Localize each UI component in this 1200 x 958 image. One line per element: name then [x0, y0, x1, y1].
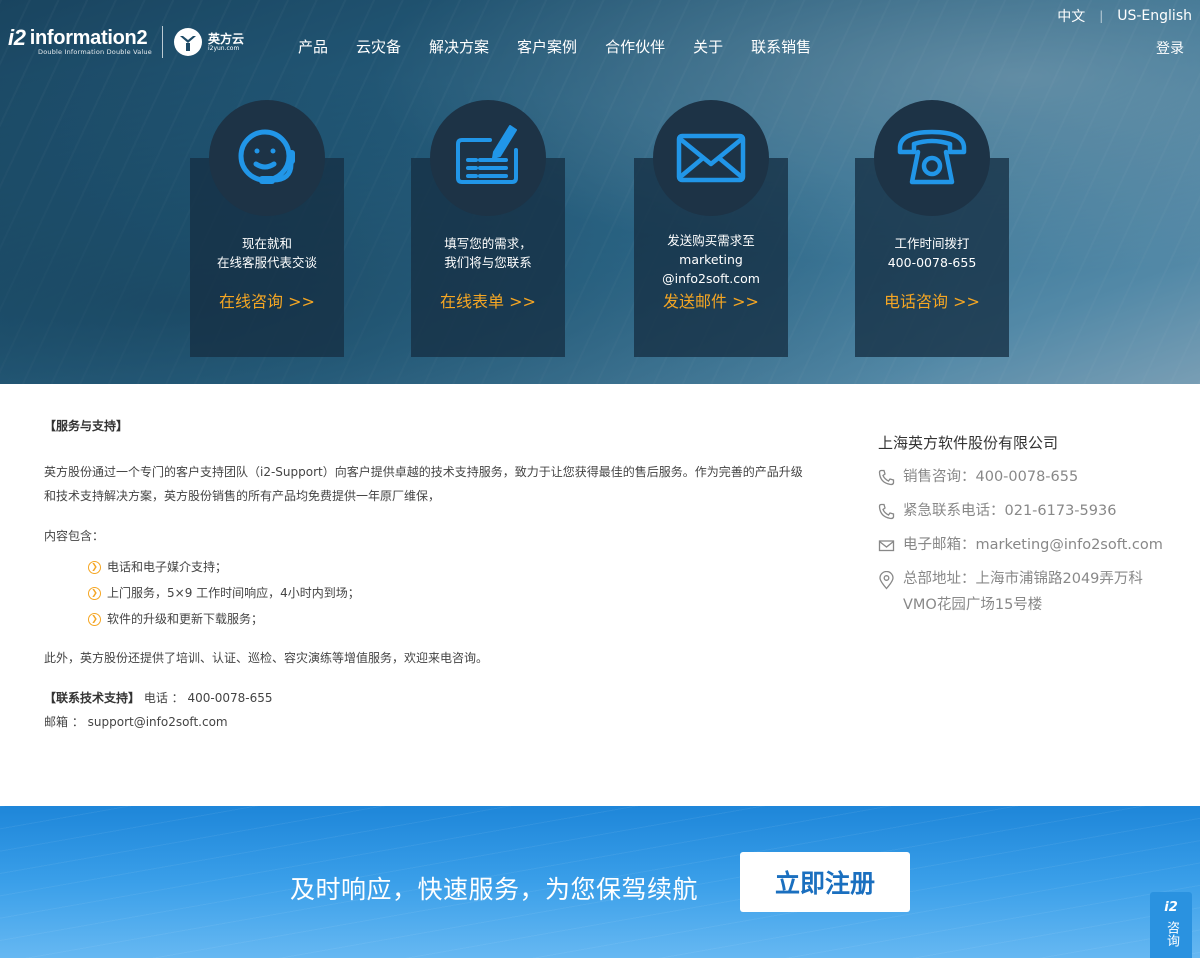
chevron-right-icon: ❯ — [88, 612, 101, 626]
email-row: 电子邮箱：marketing@info2soft.com — [878, 535, 1178, 555]
card-icon-circle — [209, 100, 325, 216]
phone-consult-link[interactable]: 电话咨询 >> — [855, 288, 1009, 312]
extra-services-paragraph: 此外，英方股份还提供了培训、认证、巡检、容灾演练等增值服务，欢迎来电咨询。 — [44, 651, 489, 665]
list-item: ❯ 电话和电子媒介支持； — [88, 554, 804, 580]
nav-item-solutions[interactable]: 解决方案 — [429, 36, 489, 57]
card-online-form[interactable]: 填写您的需求， 我们将与您联系 在线表单 >> — [411, 100, 565, 357]
mail-icon — [878, 540, 895, 552]
i2yun-domain: i2yun.com — [207, 44, 240, 52]
i2yun-logo: 英方云 i2yun.com — [173, 27, 244, 57]
phone-icon — [878, 503, 895, 520]
nav-item-partners[interactable]: 合作伙伴 — [605, 36, 665, 57]
card-description: 填写您的需求， 我们将与您联系 — [444, 236, 532, 270]
list-item: ❯ 上门服务，5×9 工作时间响应，4小时内到场； — [88, 580, 804, 606]
card-icon-circle — [430, 100, 546, 216]
telephone-icon — [897, 129, 967, 185]
logo-divider — [161, 26, 163, 58]
information2-logo: i2 information2 Double Information Doubl… — [8, 25, 152, 57]
main-nav: 产品 云灾备 解决方案 客户案例 合作伙伴 关于 联系销售 — [298, 36, 839, 57]
float-consult-label: 咨询 — [1164, 921, 1179, 947]
logo-tagline: Double Information Double Value — [38, 48, 152, 56]
card-description: 工作时间拨打 400-0078-655 — [887, 236, 977, 270]
i2yun-emblem-icon — [173, 28, 202, 56]
envelope-icon — [676, 133, 746, 183]
section-title: 【服务与支持】 — [44, 419, 129, 433]
language-switcher: 中文 | US-English — [1057, 6, 1192, 26]
tech-support-email: 邮箱 ： support@info2soft.com — [44, 715, 228, 729]
lang-english-link[interactable]: US-English — [1117, 8, 1192, 24]
company-name: 上海英方软件股份有限公司 — [878, 434, 1059, 452]
service-support-content: 【服务与支持】 英方股份通过一个专门的客户支持团队（i2-Support）向客户… — [44, 414, 804, 734]
banner-slogan: 及时响应，快速服务，为您保驾续航 — [290, 875, 699, 904]
card-description: 发送购买需求至 marketing @info2soft.com — [662, 233, 760, 286]
i2-logo-mark: i2 — [8, 25, 26, 50]
chevron-right-icon: ❯ — [88, 560, 101, 574]
site-logo[interactable]: i2 information2 Double Information Doubl… — [8, 26, 244, 58]
form-pen-icon — [456, 125, 518, 184]
send-email-link[interactable]: 发送邮件 >> — [634, 288, 788, 312]
includes-list: ❯ 电话和电子媒介支持； ❯ 上门服务，5×9 工作时间响应，4小时内到场； ❯… — [88, 554, 804, 632]
tech-support-label: 【联系技术支持】 — [44, 691, 141, 705]
nav-item-about[interactable]: 关于 — [693, 36, 723, 57]
card-description: 现在就和 在线客服代表交谈 — [216, 236, 317, 270]
nav-item-products[interactable]: 产品 — [298, 36, 328, 57]
location-pin-icon — [879, 571, 894, 590]
i2yun-cn-name: 英方云 — [207, 31, 244, 46]
headset-icon — [238, 129, 295, 184]
nav-item-cases[interactable]: 客户案例 — [517, 36, 577, 57]
i2-mark-icon: i2 — [1164, 900, 1178, 915]
nav-item-cloud-dr[interactable]: 云灾备 — [356, 36, 401, 57]
card-phone-consult[interactable]: 工作时间拨打 400-0078-655 电话咨询 >> — [855, 100, 1009, 357]
online-consult-link[interactable]: 在线咨询 >> — [190, 288, 344, 312]
card-online-chat[interactable]: 现在就和 在线客服代表交谈 在线咨询 >> — [190, 100, 344, 357]
nav-item-contact-sales[interactable]: 联系销售 — [751, 36, 811, 57]
online-form-link[interactable]: 在线表单 >> — [411, 288, 565, 312]
lang-separator: | — [1099, 9, 1104, 23]
card-send-email[interactable]: 发送购买需求至 marketing @info2soft.com 发送邮件 >> — [634, 100, 788, 357]
register-now-button[interactable]: 立即注册 — [740, 852, 910, 912]
address-row: 总部地址：上海市浦锦路2049弄万科 VMO花园广场15号楼 — [878, 569, 1178, 618]
login-link[interactable]: 登录 — [1156, 38, 1184, 58]
hero-section: i2 information2 Double Information Doubl… — [0, 0, 1200, 384]
lang-chinese-link[interactable]: 中文 — [1057, 6, 1085, 26]
sales-phone-row: 销售咨询：400-0078-655 — [878, 467, 1178, 487]
list-item: ❯ 软件的升级和更新下载服务； — [88, 606, 804, 632]
phone-icon — [878, 469, 895, 486]
floating-consult-button[interactable]: i2 咨询 — [1150, 892, 1192, 958]
company-contact-info: 上海英方软件股份有限公司 销售咨询：400-0078-655 紧急联系电话：02… — [878, 432, 1178, 632]
register-banner: 及时响应，快速服务，为您保驾续航 立即注册 — [0, 806, 1200, 958]
card-icon-circle — [874, 100, 990, 216]
card-icon-circle — [653, 100, 769, 216]
intro-paragraph: 英方股份通过一个专门的客户支持团队（i2-Support）向客户提供卓越的技术支… — [44, 465, 803, 503]
top-navigation-bar: i2 information2 Double Information Doubl… — [0, 0, 1200, 90]
chevron-right-icon: ❯ — [88, 586, 101, 600]
tech-support-phone: 【联系技术支持】 电话 ： 400-0078-655 — [44, 691, 273, 705]
includes-label: 内容包含： — [44, 529, 105, 543]
emergency-phone-row: 紧急联系电话：021-6173-5936 — [878, 501, 1178, 521]
logo-brand-text: information2 — [29, 27, 148, 49]
